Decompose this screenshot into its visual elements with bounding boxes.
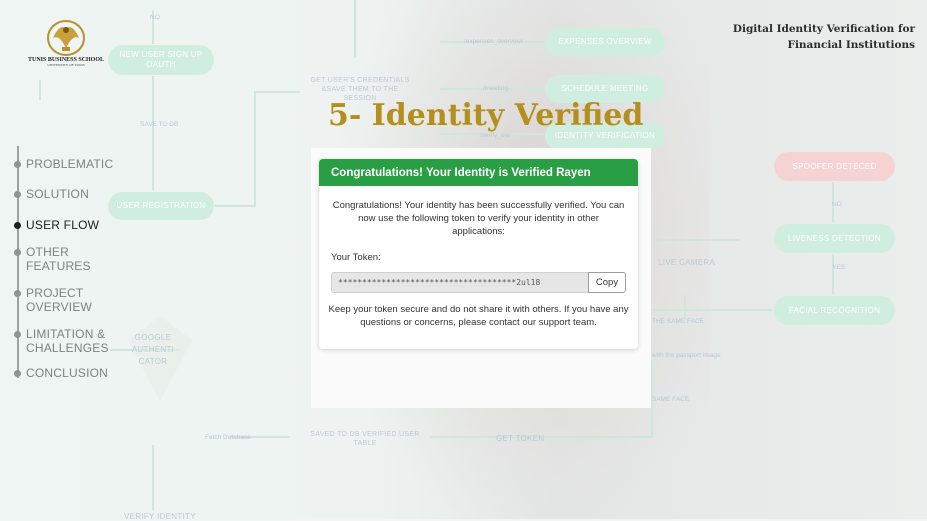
flow-node-new-user: NEW USER SIGN UP OAUTH (108, 45, 214, 75)
nav-dot-active (14, 222, 21, 229)
nav-dot (14, 331, 21, 338)
nav-dot (14, 191, 21, 198)
token-label: Your Token: (331, 252, 381, 263)
flow-label-get-token: GET TOKEN (496, 434, 545, 443)
section-heading: 5- Identity Verified (328, 98, 644, 133)
flow-node-expenses-overview: EXPENSES OVERVIEW (545, 28, 665, 56)
nav-label: LIMITATION & CHALLENGES (26, 327, 109, 355)
logo-subtitle: UNIVERSITY OF TUNIS (47, 63, 85, 67)
flow-label-passport: with the passport image (652, 352, 721, 359)
flow-label-meeting-route: /meeting (483, 85, 508, 92)
nav-dot (14, 249, 21, 256)
nav-item-project-overview[interactable]: PROJECT OVERVIEW (14, 286, 96, 314)
card-header: Congratulations! Your Identity is Verifi… (319, 159, 638, 186)
nav-item-user-flow[interactable]: USER FLOW (14, 218, 99, 232)
flow-label-yes-right: YES (832, 264, 846, 271)
flow-label-fetch-db: Fetch Database (205, 434, 251, 441)
verification-card: Congratulations! Your Identity is Verifi… (319, 159, 638, 349)
nav-dot (14, 290, 21, 297)
nav-label: CONCLUSION (26, 366, 109, 380)
flow-label-save-to-db: SAVE TO DB (140, 121, 179, 128)
flow-label-same-face-2: SAME FACE (652, 396, 690, 403)
flow-label-expenses-route: /expenses_overview (464, 38, 523, 45)
nav-dot (14, 161, 21, 168)
flow-node-facial-recognition: FACIAL RECOGNITION (774, 296, 895, 325)
presentation-title: Digital Identity Verification for Financ… (733, 21, 915, 53)
flow-label-verify-route: /verify_me (480, 132, 510, 139)
nav-label: USER FLOW (26, 218, 100, 232)
nav-label: SOLUTION (26, 187, 89, 201)
token-row: *************************************2ul… (331, 272, 626, 293)
flow-label-same-face: THE SAME FACE (652, 318, 705, 325)
nav-label: OTHER FEATURES (26, 245, 91, 273)
nav-item-solution[interactable]: SOLUTION (14, 187, 89, 201)
flow-node-spoofer-detected: SPOOFER DETECED (774, 152, 895, 181)
nav-item-limitation-challenges[interactable]: LIMITATION & CHALLENGES (14, 327, 111, 355)
flow-node-liveness-detection: LIVENESS DETECTION (774, 224, 895, 253)
flow-label-saved-db: SAVED TO DB VERIFIED USER TABLE (310, 431, 420, 447)
flow-node-user-registration: USER REGISTRATION (108, 192, 214, 220)
flow-label-no-right: NO (832, 201, 842, 208)
nav-dot (14, 370, 21, 377)
card-note: Keep your token secure and do not share … (328, 304, 629, 328)
flow-label-live-camera: LIVE CAMERA (658, 258, 716, 267)
nav-item-other-features[interactable]: OTHER FEATURES (14, 245, 96, 273)
flow-label-no-top: NO (150, 14, 160, 21)
school-logo: TUNIS BUSINESS SCHOOL UNIVERSITY OF TUNI… (28, 18, 104, 72)
presentation-title-line-2: Financial Institutions (787, 39, 915, 51)
token-field[interactable]: *************************************2ul… (331, 272, 588, 293)
copy-button[interactable]: Copy (588, 272, 626, 293)
card-message: Congratulations! Your identity has been … (332, 200, 625, 237)
nav-label: PROBLEMATIC (26, 157, 114, 171)
nav-item-conclusion[interactable]: CONCLUSION (14, 366, 108, 380)
flow-label-verify-identity: VERIFY IDENTITY (124, 512, 196, 521)
eagle-crest-icon (47, 20, 85, 56)
flow-node-google-authenticator: GOOGLE AUTHENTI CATOR (131, 333, 175, 366)
nav-label: PROJECT OVERVIEW (26, 286, 93, 314)
nav-item-problematic[interactable]: PROBLEMATIC (14, 157, 113, 171)
presentation-title-line-1: Digital Identity Verification for (732, 23, 915, 35)
